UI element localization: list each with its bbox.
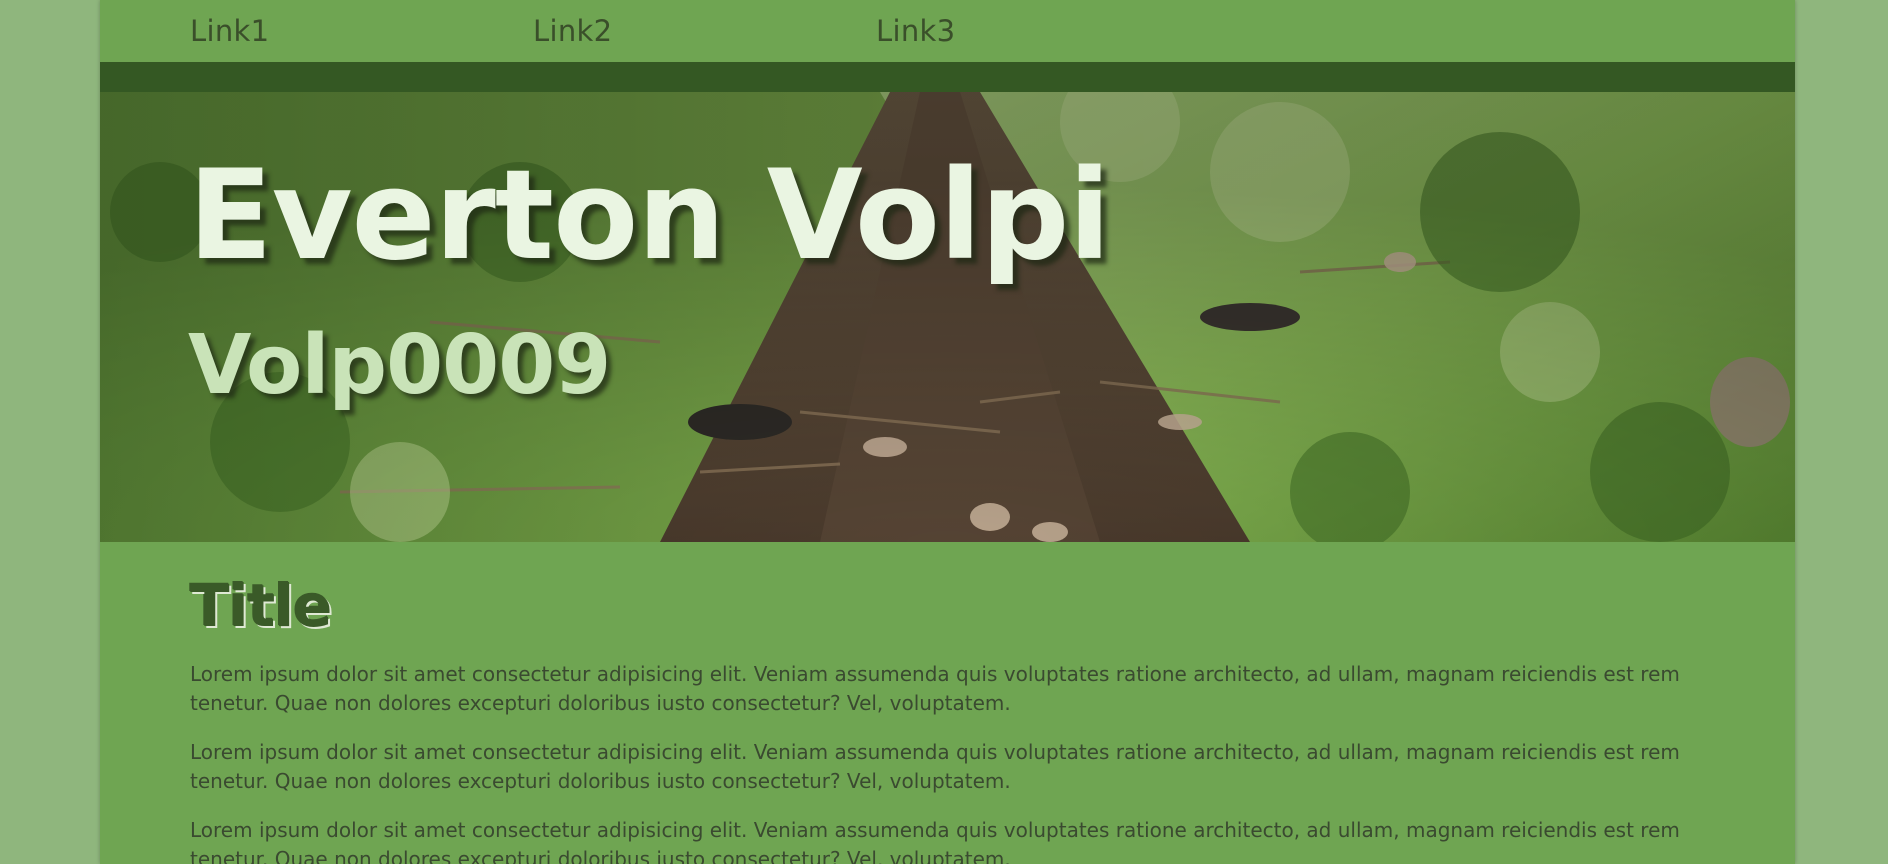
hero-banner: Everton Volpi Volp0009: [100, 92, 1795, 542]
paragraph-2: Lorem ipsum dolor sit amet consectetur a…: [190, 740, 1680, 793]
main-content: Title Lorem ipsum dolor sit amet consect…: [100, 542, 1795, 864]
hero-subtitle: Volp0009: [188, 318, 611, 413]
top-nav: Link1 Link2 Link3: [100, 0, 1795, 62]
nav-link-3[interactable]: Link3: [876, 14, 955, 48]
page-container: Link1 Link2 Link3 Everton Volpi Volp0009…: [100, 0, 1795, 864]
paragraph-3: Lorem ipsum dolor sit amet consectetur a…: [190, 818, 1680, 864]
nav-link-2[interactable]: Link2: [533, 14, 612, 48]
hero-title: Everton Volpi: [188, 144, 1111, 288]
nav-divider-bar: [100, 62, 1795, 92]
content-title: Title: [190, 572, 332, 640]
paragraph-1: Lorem ipsum dolor sit amet consectetur a…: [190, 662, 1680, 715]
nav-link-1[interactable]: Link1: [190, 14, 269, 48]
